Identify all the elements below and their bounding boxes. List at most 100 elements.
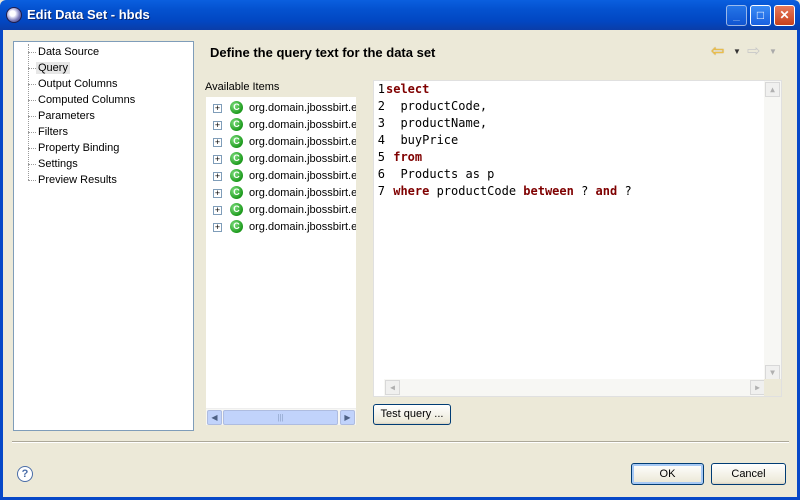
available-item-label: org.domain.jbossbirt.e (249, 102, 356, 114)
scroll-down-button[interactable]: ▼ (765, 365, 780, 380)
available-item[interactable]: + Corg.domain.jbossbirt.e (206, 185, 356, 202)
nav-item-output-columns[interactable]: Output Columns (14, 76, 193, 92)
ok-button[interactable]: OK (631, 463, 704, 485)
nav-item-settings[interactable]: Settings (14, 156, 193, 172)
page-navigation-tree: Data Source Query Output Columns Computed C… (13, 41, 194, 431)
scroll-left-button[interactable]: ◀ (207, 410, 222, 425)
class-icon: C (230, 135, 243, 148)
sql-keyword: select (386, 82, 430, 96)
nav-item-label: Preview Results (38, 174, 117, 186)
query-editor[interactable]: 1select 2 productCode, 3 productName, 4 buy… (373, 80, 782, 397)
scroll-up-button[interactable]: ▲ (765, 82, 780, 97)
nav-item-label: Filters (38, 126, 68, 138)
line-number: 7 (377, 184, 385, 198)
available-item-label: org.domain.jbossbirt.e (249, 187, 356, 199)
cancel-button[interactable]: Cancel (711, 463, 786, 485)
sql-text: buyPrice (386, 133, 459, 147)
nav-item-parameters[interactable]: Parameters (14, 108, 193, 124)
nav-item-data-source[interactable]: Data Source (14, 44, 193, 60)
close-button[interactable]: ✕ (774, 5, 795, 26)
nav-item-label: Settings (38, 158, 78, 170)
available-items-label: Available Items (205, 81, 280, 93)
line-number: 4 (377, 133, 385, 147)
available-item-label: org.domain.jbossbirt.e (249, 221, 356, 233)
expand-plus-icon[interactable]: + (213, 104, 222, 113)
code-line: 7 where productCode between ? and ? (374, 183, 764, 200)
title-bar: Edit Data Set - hbds _ □ ✕ (0, 0, 800, 30)
available-item-label: org.domain.jbossbirt.e (249, 136, 356, 148)
expand-plus-icon[interactable]: + (213, 206, 222, 215)
page-header: Define the query text for the data set ⇦… (199, 41, 789, 66)
class-icon: C (230, 220, 243, 233)
back-button[interactable]: ⇦ ▼ (711, 43, 741, 61)
available-item[interactable]: + Corg.domain.jbossbirt.e (206, 202, 356, 219)
expand-plus-icon[interactable]: + (213, 189, 222, 198)
sql-keyword: and (595, 184, 618, 198)
help-icon[interactable]: ? (17, 466, 33, 482)
available-item[interactable]: + Corg.domain.jbossbirt.e (206, 117, 356, 134)
class-icon: C (230, 101, 243, 114)
available-item-label: org.domain.jbossbirt.e (249, 153, 356, 165)
nav-item-label: Parameters (38, 110, 95, 122)
sql-text: productName, (386, 116, 488, 130)
available-item[interactable]: + Corg.domain.jbossbirt.e (206, 134, 356, 151)
code-line: 5 from (374, 149, 764, 166)
expand-plus-icon[interactable]: + (213, 155, 222, 164)
sql-keyword: from (393, 150, 423, 164)
class-icon: C (230, 203, 243, 216)
nav-item-query[interactable]: Query (14, 60, 193, 76)
scroll-right-button[interactable]: ▶ (340, 410, 355, 425)
sql-text: Products as p (386, 167, 495, 181)
nav-item-preview-results[interactable]: Preview Results (14, 172, 193, 188)
nav-item-label: Output Columns (38, 78, 118, 90)
scroll-thumb[interactable]: ||| (223, 410, 338, 425)
back-arrow-icon: ⇦ (711, 43, 725, 60)
line-number: 1 (377, 82, 385, 96)
back-dropdown-icon[interactable]: ▼ (733, 43, 741, 61)
nav-item-label: Data Source (38, 46, 100, 58)
code-line: 3 productName, (374, 115, 764, 132)
sql-text: productCode, (386, 99, 488, 113)
line-number: 3 (377, 116, 385, 130)
forward-arrow-icon: ⇨ (747, 43, 761, 60)
sql-text: ? (573, 184, 596, 198)
available-items-tree[interactable]: + Corg.domain.jbossbirt.e + Corg.domain.jbo… (205, 96, 357, 426)
expand-plus-icon[interactable]: + (213, 121, 222, 130)
editor-scroll-right-button[interactable]: ▶ (750, 380, 765, 395)
nav-item-property-binding[interactable]: Property Binding (14, 140, 193, 156)
test-query-button[interactable]: Test query ... (373, 404, 451, 425)
class-icon: C (230, 152, 243, 165)
maximize-button[interactable]: □ (750, 5, 771, 26)
nav-item-filters[interactable]: Filters (14, 124, 193, 140)
editor-scroll-left-button[interactable]: ◀ (385, 380, 400, 395)
sql-keyword: between (523, 184, 574, 198)
footer-separator (12, 441, 789, 443)
expand-plus-icon[interactable]: + (213, 223, 222, 232)
minimize-button[interactable]: _ (726, 5, 747, 26)
line-number: 2 (377, 99, 385, 113)
available-item[interactable]: + Corg.domain.jbossbirt.e (206, 100, 356, 117)
sql-text: ? (617, 184, 632, 198)
expand-plus-icon[interactable]: + (213, 138, 222, 147)
scroll-corner (764, 379, 781, 396)
nav-item-computed-columns[interactable]: Computed Columns (14, 92, 193, 108)
available-items-hscrollbar[interactable]: ◀ ||| ▶ (206, 408, 356, 425)
available-item-label: org.domain.jbossbirt.e (249, 119, 356, 131)
editor-vscrollbar[interactable]: ▲ ▼ (764, 81, 781, 381)
available-item-label: org.domain.jbossbirt.e (249, 170, 356, 182)
line-number: 5 (377, 150, 385, 164)
expand-plus-icon[interactable]: + (213, 172, 222, 181)
sql-keyword: where (393, 184, 430, 198)
nav-item-label: Query (36, 62, 70, 74)
class-icon: C (230, 118, 243, 131)
page-title: Define the query text for the data set (210, 45, 436, 60)
available-item[interactable]: + Corg.domain.jbossbirt.e (206, 219, 356, 236)
nav-item-label: Computed Columns (38, 94, 136, 106)
editor-hscrollbar[interactable]: ◀ ▶ (384, 379, 766, 396)
forward-dropdown-icon[interactable]: ▼ (769, 43, 777, 61)
line-number: 6 (377, 167, 385, 181)
code-line: 1select (374, 81, 764, 98)
available-item[interactable]: + Corg.domain.jbossbirt.e (206, 168, 356, 185)
available-item[interactable]: + Corg.domain.jbossbirt.e (206, 151, 356, 168)
forward-button[interactable]: ⇨ ▼ (747, 43, 777, 61)
